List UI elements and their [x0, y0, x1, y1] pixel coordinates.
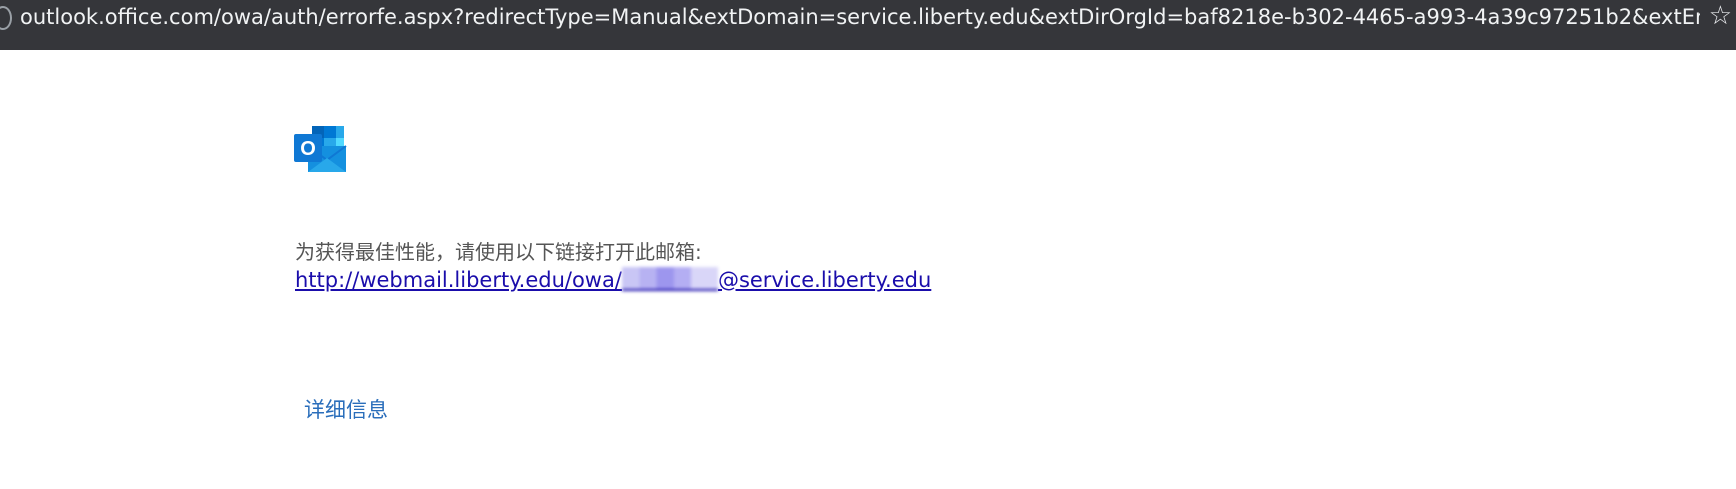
bookmark-star-icon[interactable]: ☆	[1709, 0, 1732, 32]
toolbar-strip	[0, 40, 1736, 50]
browser-address-bar: outlook.office.com/owa/auth/errorfe.aspx…	[0, 0, 1736, 50]
redirect-message: 为获得最佳性能，请使用以下链接打开此邮箱:	[295, 240, 702, 264]
webmail-link-suffix[interactable]: @service.liberty.edu	[718, 268, 931, 292]
outlook-logo-svg: O	[294, 126, 347, 172]
outlook-logo-letter: O	[300, 138, 316, 160]
webmail-link[interactable]: http://webmail.liberty.edu/owa/ @service.…	[295, 266, 931, 294]
details-link[interactable]: 详细信息	[304, 396, 388, 424]
redacted-username	[621, 267, 718, 291]
url-field[interactable]: outlook.office.com/owa/auth/errorfe.aspx…	[20, 2, 1700, 32]
outlook-logo-icon: O	[294, 124, 350, 174]
webmail-link-prefix[interactable]: http://webmail.liberty.edu/owa/	[295, 268, 622, 292]
